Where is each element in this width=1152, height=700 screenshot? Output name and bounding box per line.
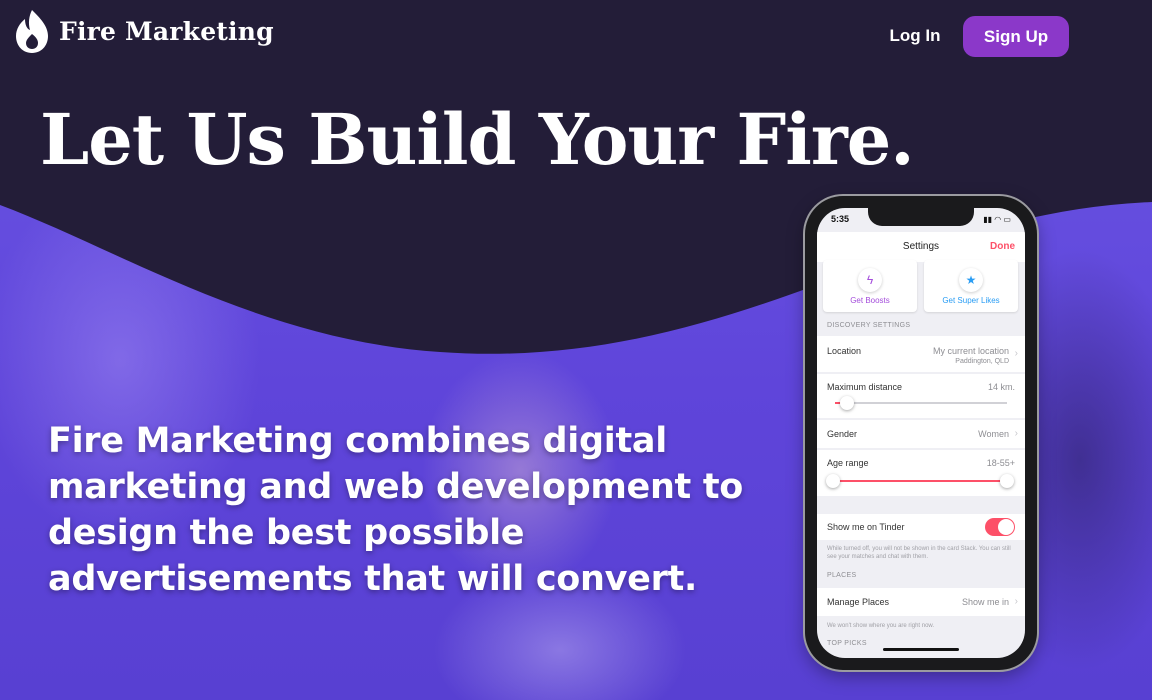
tile-label: Get Super Likes <box>942 296 1000 305</box>
location-row: Location My current location Paddington,… <box>817 336 1025 372</box>
star-icon: ★ <box>959 268 983 292</box>
row-label: Age range <box>827 458 869 468</box>
age-slider-max-knob <box>1000 474 1014 488</box>
tile-label: Get Boosts <box>850 296 890 305</box>
age-slider-fill <box>833 480 1009 482</box>
distance-slider-track <box>835 402 1007 404</box>
row-subvalue: Paddington, QLD <box>955 358 1009 365</box>
signal-wifi-battery-icon: ▮▮ ◠ ▭ <box>983 215 1011 224</box>
brand-name: Fire Marketing <box>59 16 274 46</box>
manage-places-row: Manage Places Show me in › <box>817 588 1025 616</box>
age-range-row: Age range 18-55+ <box>817 450 1025 496</box>
phone-screen: 5:35 ▮▮ ◠ ▭ Settings Done ϟ Get Boosts ★… <box>817 208 1025 658</box>
row-label: Show me on Tinder <box>827 522 905 532</box>
chevron-right-icon: › <box>1014 596 1018 607</box>
row-value: My current location <box>932 346 1009 356</box>
chevron-right-icon: › <box>1014 348 1018 359</box>
row-value: Show me in <box>961 597 1009 607</box>
settings-nav-bar: Settings Done <box>817 232 1025 262</box>
brand-logo-link[interactable]: Fire Marketing <box>14 8 274 54</box>
show-me-toggle <box>985 518 1015 536</box>
age-slider-min-knob <box>826 474 840 488</box>
row-value: 14 km. <box>987 382 1015 392</box>
get-super-likes-tile: ★ Get Super Likes <box>924 260 1018 312</box>
places-note: We won't show where you are right now. <box>827 623 935 629</box>
row-label: Gender <box>827 429 858 439</box>
phone-notch <box>868 208 974 226</box>
flame-icon <box>16 10 48 53</box>
row-label: Location <box>827 346 862 356</box>
show-me-row: Show me on Tinder <box>817 514 1025 540</box>
hero-headline: Let Us Build Your Fire. <box>40 98 915 181</box>
gender-row: Gender Women › <box>817 420 1025 448</box>
top-picks-heading: TOP PICKS <box>827 640 867 647</box>
login-link[interactable]: Log In <box>880 22 950 50</box>
chevron-right-icon: › <box>1014 428 1018 439</box>
row-value: 18-55+ <box>986 458 1015 468</box>
phone-mockup: 5:35 ▮▮ ◠ ▭ Settings Done ϟ Get Boosts ★… <box>805 196 1037 670</box>
discovery-settings-heading: DISCOVERY SETTINGS <box>827 322 911 329</box>
distance-slider-knob <box>840 396 854 410</box>
max-distance-row: Maximum distance 14 km. <box>817 374 1025 418</box>
row-label: Maximum distance <box>827 382 903 392</box>
hero-tagline: Fire Marketing combines digital marketin… <box>48 421 744 599</box>
places-heading: PLACES <box>827 572 857 579</box>
lightning-icon: ϟ <box>858 268 882 292</box>
status-time: 5:35 <box>831 214 850 224</box>
done-button: Done <box>990 241 1015 252</box>
get-boosts-tile: ϟ Get Boosts <box>823 260 917 312</box>
home-indicator <box>883 648 959 651</box>
row-value: Women <box>978 429 1009 439</box>
signup-button[interactable]: Sign Up <box>963 16 1069 57</box>
row-label: Manage Places <box>827 597 890 607</box>
show-me-note: While turned off, you will not be shown … <box>827 546 1011 560</box>
